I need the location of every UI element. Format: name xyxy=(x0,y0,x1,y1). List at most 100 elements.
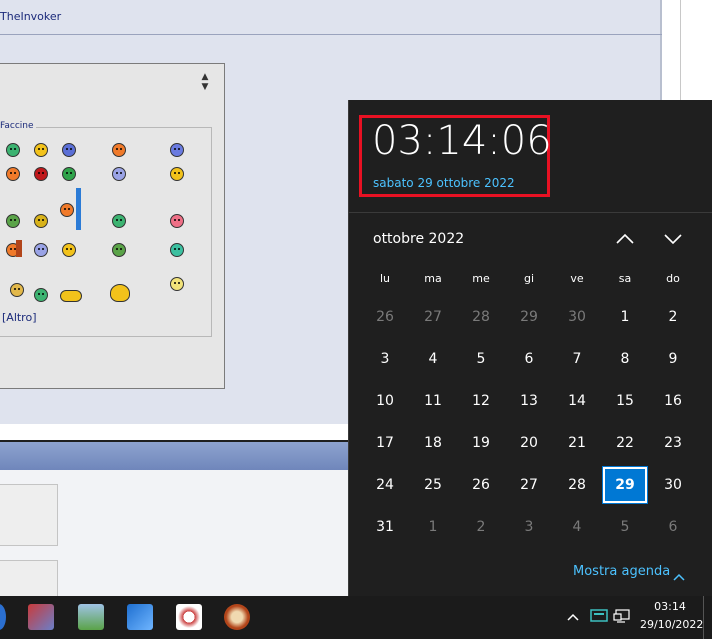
calendar-day[interactable]: 9 xyxy=(651,341,695,377)
calendar-day[interactable]: 30 xyxy=(651,467,695,503)
input-box[interactable] xyxy=(0,560,58,600)
calendar-day[interactable]: 15 xyxy=(603,383,647,419)
calendar-day[interactable]: 10 xyxy=(363,383,407,419)
show-agenda-link[interactable]: Mostra agenda xyxy=(573,564,670,579)
calendar-day[interactable]: 12 xyxy=(459,383,503,419)
calendar-day[interactable]: 20 xyxy=(507,425,551,461)
desktop-strip xyxy=(662,0,712,100)
calendar-day[interactable]: 28 xyxy=(555,467,599,503)
smiley-icon[interactable] xyxy=(34,167,48,181)
calendar-day[interactable]: 1 xyxy=(411,509,455,545)
smiley-icon[interactable] xyxy=(34,243,48,257)
calendar-day[interactable]: 23 xyxy=(651,425,695,461)
smiley-icon[interactable] xyxy=(170,243,184,257)
calendar-day-today[interactable]: 29 xyxy=(602,466,648,504)
calendar-day[interactable]: 27 xyxy=(507,467,551,503)
calendar-day[interactable]: 25 xyxy=(411,467,455,503)
divider xyxy=(349,212,712,213)
chevron-up-icon xyxy=(673,573,685,581)
month-label[interactable]: ottobre 2022 xyxy=(373,231,464,247)
smilies-box xyxy=(0,127,212,337)
calendar-day[interactable]: 19 xyxy=(459,425,503,461)
archive-icon[interactable] xyxy=(224,604,250,630)
calendar-day[interactable]: 30 xyxy=(555,299,599,335)
smiley-icon[interactable] xyxy=(62,243,76,257)
clock-date-link[interactable]: sabato 29 ottobre 2022 xyxy=(373,176,515,190)
resize-arrows-icon[interactable]: ▲ ▼ xyxy=(200,72,210,96)
smiley-icon[interactable] xyxy=(6,214,20,228)
calendar-day[interactable]: 18 xyxy=(411,425,455,461)
reading-smiley-icon[interactable] xyxy=(10,283,24,297)
calendar-day[interactable]: 4 xyxy=(411,341,455,377)
more-smilies-link[interactable]: [Altro] xyxy=(2,311,37,324)
show-agenda-button[interactable] xyxy=(672,567,686,581)
terminal-icon xyxy=(590,609,608,622)
username-label: TheInvoker xyxy=(0,10,62,23)
calendar-day[interactable]: 26 xyxy=(363,299,407,335)
calendar-day[interactable]: 13 xyxy=(507,383,551,419)
next-month-button[interactable] xyxy=(660,226,686,252)
previous-month-button[interactable] xyxy=(612,226,638,252)
calendar-day[interactable]: 6 xyxy=(651,509,695,545)
waving-smiley-icon[interactable] xyxy=(110,284,130,302)
divider xyxy=(680,0,681,100)
section-header-bar xyxy=(0,442,348,470)
calendar-day[interactable]: 7 xyxy=(555,341,599,377)
calendar-day[interactable]: 6 xyxy=(507,341,551,377)
panel-gap xyxy=(0,424,348,440)
calendar-day[interactable]: 27 xyxy=(411,299,455,335)
calendar-day[interactable]: 26 xyxy=(459,467,503,503)
calendar-day[interactable]: 14 xyxy=(555,383,599,419)
calendar-day[interactable]: 24 xyxy=(363,467,407,503)
calendar-day[interactable]: 5 xyxy=(459,341,503,377)
show-desktop-button[interactable] xyxy=(703,596,712,639)
taskbar-clock-time[interactable]: 03:14 xyxy=(640,600,700,613)
calendar-day[interactable]: 29 xyxy=(507,299,551,335)
calendar-day[interactable]: 3 xyxy=(363,341,407,377)
smiley-icon[interactable] xyxy=(170,277,184,291)
smiley-icon[interactable] xyxy=(112,143,126,157)
package-icon[interactable] xyxy=(78,604,104,630)
smiley-icon[interactable] xyxy=(60,203,74,217)
chevron-down-icon xyxy=(664,234,682,245)
tray-app-icon[interactable] xyxy=(590,608,608,624)
smiley-icon[interactable] xyxy=(62,143,76,157)
calendar-day[interactable]: 31 xyxy=(363,509,407,545)
smiley-icon[interactable] xyxy=(170,143,184,157)
smiley-icon[interactable] xyxy=(6,143,20,157)
calendar-day[interactable]: 22 xyxy=(603,425,647,461)
smiley-icon[interactable] xyxy=(112,243,126,257)
calendar-day[interactable]: 8 xyxy=(603,341,647,377)
calendar-day[interactable]: 28 xyxy=(459,299,503,335)
calendar-day[interactable]: 1 xyxy=(603,299,647,335)
calendar-day[interactable]: 2 xyxy=(651,299,695,335)
calendar-day[interactable]: 16 xyxy=(651,383,695,419)
show-hidden-icons-button[interactable] xyxy=(566,608,580,621)
chevron-up-icon xyxy=(567,613,579,621)
smiley-icon[interactable] xyxy=(34,288,48,302)
taskbar-clock-date[interactable]: 29/10/2022 xyxy=(640,618,703,631)
smiley-icon[interactable] xyxy=(112,167,126,181)
calendar-day[interactable]: 3 xyxy=(507,509,551,545)
network-icon[interactable] xyxy=(613,608,631,624)
calendar-day[interactable]: 5 xyxy=(603,509,647,545)
satellite-dish-icon[interactable] xyxy=(176,604,202,630)
calendar-day[interactable]: 21 xyxy=(555,425,599,461)
weekday-label: ve xyxy=(570,272,584,285)
input-box[interactable] xyxy=(0,484,58,546)
calendar-day[interactable]: 11 xyxy=(411,383,455,419)
clock-time: 03:14:06 xyxy=(372,118,552,164)
smiley-icon[interactable] xyxy=(6,167,20,181)
smiley-icon[interactable] xyxy=(34,143,48,157)
smiley-icon[interactable] xyxy=(112,214,126,228)
calendar-day[interactable]: 4 xyxy=(555,509,599,545)
smiley-icon[interactable] xyxy=(170,167,184,181)
calendar-day[interactable]: 17 xyxy=(363,425,407,461)
phone-icon[interactable] xyxy=(127,604,153,630)
winrar-icon[interactable] xyxy=(28,604,54,630)
smiley-icon[interactable] xyxy=(34,214,48,228)
pig-smiley-icon[interactable] xyxy=(170,214,184,228)
smiley-icon[interactable] xyxy=(62,167,76,181)
help-smiley-icon[interactable] xyxy=(60,290,82,302)
calendar-day[interactable]: 2 xyxy=(459,509,503,545)
